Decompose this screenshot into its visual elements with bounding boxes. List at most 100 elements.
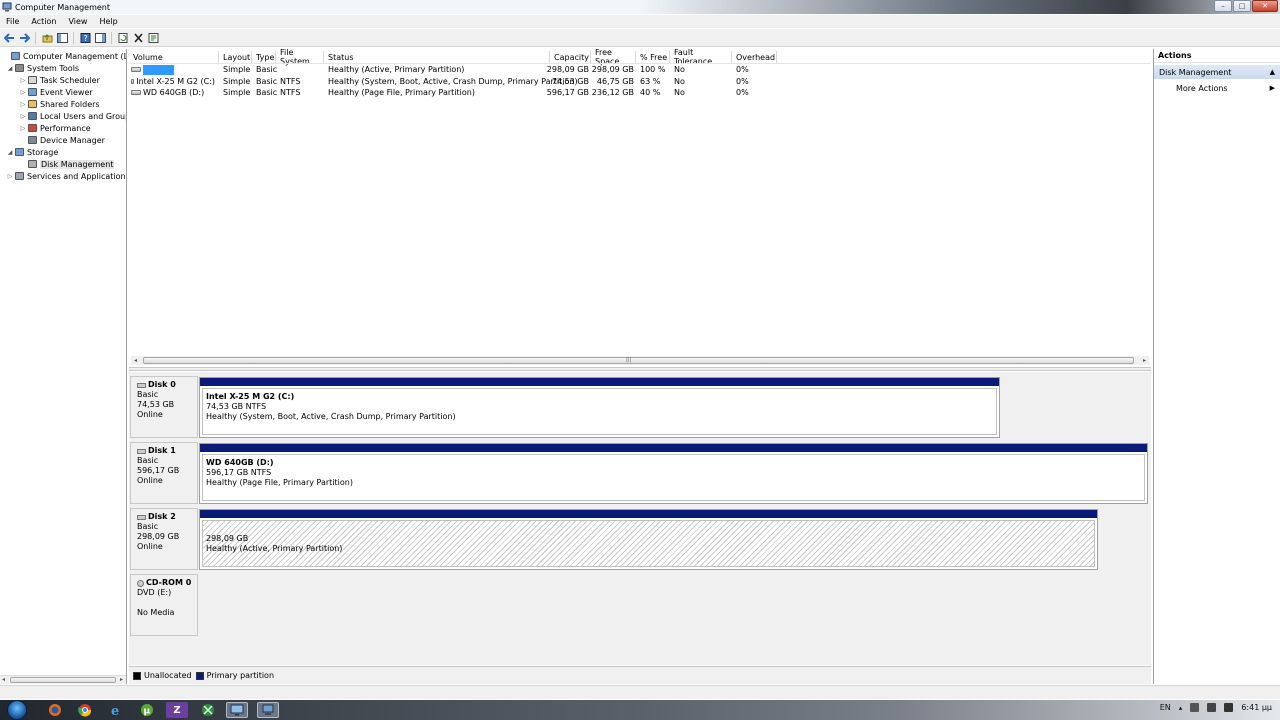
expander-icon[interactable]: ▷	[19, 77, 27, 84]
legend: Unallocated Primary partition	[129, 666, 1151, 684]
cell-fs: NTFS	[280, 76, 301, 86]
taskbar-computer-management-icon[interactable]	[257, 702, 279, 718]
disk-state: No Media	[137, 608, 175, 617]
tree-horizontal-scrollbar[interactable]: ◂ ▸	[0, 675, 126, 684]
language-indicator[interactable]: EN	[1160, 703, 1171, 712]
up-folder-icon[interactable]	[41, 32, 53, 44]
disk-type: Basic	[137, 390, 159, 399]
col-volume-header[interactable]: Volume	[129, 51, 219, 63]
disk-name: Disk 0	[148, 380, 176, 389]
action-center-icon[interactable]	[1190, 703, 1200, 712]
tree-item[interactable]: ◢ System Tools	[6, 62, 79, 74]
tree-item-label: Event Viewer	[40, 87, 93, 97]
show-hide-console-tree-icon[interactable]	[56, 32, 68, 44]
taskbar-firefox-icon[interactable]	[44, 702, 66, 718]
volume-list: Volume Layout Type File System Status Capacit…	[129, 48, 1151, 366]
disk-state: Online	[137, 476, 163, 485]
close-button[interactable]: ✕	[1252, 0, 1278, 12]
tree-item[interactable]: ◢ Storage	[6, 146, 59, 158]
tree-item[interactable]: ▷ Performance	[19, 122, 91, 134]
partition-status: Healthy (Page File, Primary Partition)	[206, 478, 353, 487]
col-type-header[interactable]: Type	[252, 51, 276, 63]
show-hide-action-pane-icon[interactable]	[94, 32, 106, 44]
tray-arrow-icon[interactable]: ▴	[1179, 704, 1183, 712]
expander-icon[interactable]: ▷	[19, 113, 27, 120]
col-free-space-header[interactable]: Free Space	[591, 48, 636, 66]
expander-icon[interactable]: ▷	[19, 89, 27, 96]
col-status-header[interactable]: Status	[324, 51, 550, 63]
partition-disk2[interactable]: 298,09 GB Healthy (Active, Primary Parti…	[199, 509, 1098, 570]
tree-item[interactable]: Disk Management	[19, 158, 115, 170]
taskbar-xbox-icon[interactable]	[197, 702, 219, 718]
minimize-button[interactable]: –	[1214, 0, 1232, 12]
selected-volume-highlight[interactable]	[143, 64, 174, 75]
menu-file[interactable]: File	[0, 17, 25, 26]
disk-1-label[interactable]: Disk 1 Basic 596,17 GB Online	[130, 442, 198, 504]
menu-view[interactable]: View	[62, 17, 93, 26]
expander-icon[interactable]: ▷	[6, 173, 14, 180]
pane-splitter[interactable]	[129, 367, 1151, 371]
taskbar-ie-icon[interactable]: e	[105, 702, 127, 718]
delete-icon[interactable]	[132, 32, 144, 44]
col-overhead-header[interactable]: Overhead	[732, 51, 777, 63]
disk-2-label[interactable]: Disk 2 Basic 298,09 GB Online	[130, 508, 198, 570]
expander-icon[interactable]: ◢	[6, 65, 14, 72]
expander-icon[interactable]: ▷	[19, 101, 27, 108]
taskbar-zune-icon[interactable]: Z	[166, 702, 188, 718]
device-manager-icon	[27, 135, 38, 145]
svg-text:e: e	[111, 704, 119, 717]
menu-action[interactable]: Action	[25, 17, 62, 26]
more-actions-label: More Actions	[1176, 83, 1228, 93]
col-capacity-header[interactable]: Capacity	[550, 51, 591, 63]
cell-layout: Simple	[223, 88, 251, 97]
table-row[interactable]: Intel X-25 M G2 (C:) Simple Basic NTFS Healt…	[129, 76, 1151, 87]
tree-item[interactable]: ▷ Services and Applications	[6, 170, 126, 182]
menu-help[interactable]: Help	[93, 17, 123, 26]
volume-list-horizontal-scrollbar[interactable]: ◂ ||| ▸	[131, 356, 1149, 365]
help-icon[interactable]: ?	[79, 32, 91, 44]
table-row[interactable]: Simple Basic Healthy (Active, Primary Part…	[129, 64, 1151, 75]
cdrom-0-label[interactable]: CD-ROM 0 DVD (E:) No Media	[130, 574, 198, 636]
services-icon	[14, 171, 25, 181]
tree-item-label: Task Scheduler	[40, 75, 100, 85]
refresh-icon[interactable]	[117, 32, 129, 44]
collapse-icon[interactable]: ▲	[1270, 68, 1275, 76]
expander-icon[interactable]: ◢	[6, 149, 14, 156]
volume-icon[interactable]	[1224, 703, 1234, 712]
col-fault-tolerance-header[interactable]: Fault Tolerance	[670, 48, 732, 66]
tree-item[interactable]: ▷ Local Users and Groups	[19, 110, 126, 122]
taskbar-chrome-icon[interactable]	[74, 702, 96, 718]
tree-item[interactable]: ▷ Event Viewer	[19, 86, 93, 98]
tree-item[interactable]: Computer Management (Local	[2, 50, 126, 62]
taskbar-remote-desktop-icon[interactable]	[226, 702, 248, 718]
users-icon	[27, 111, 38, 121]
properties-icon[interactable]	[147, 32, 159, 44]
col-file-system-header[interactable]: File System	[276, 48, 324, 66]
tree-item[interactable]: ▷ Task Scheduler	[19, 74, 100, 86]
actions-section-disk-management[interactable]: Disk Management ▲	[1154, 65, 1280, 79]
col-layout-header[interactable]: Layout	[219, 51, 252, 63]
status-bar	[0, 685, 1280, 699]
scroll-right-icon[interactable]: ▸	[1140, 356, 1149, 365]
forward-arrow-icon[interactable]	[18, 32, 30, 44]
more-actions-item[interactable]: More Actions ▶	[1154, 81, 1280, 95]
cd-drive-icon	[137, 579, 144, 587]
table-row[interactable]: WD 640GB (D:) Simple Basic NTFS Healthy (Pag…	[129, 87, 1151, 98]
taskbar-utorrent-icon[interactable]: µ	[136, 702, 158, 718]
partition-c[interactable]: Intel X-25 M G2 (C:) 74,53 GB NTFS Healt…	[199, 377, 1000, 438]
cell-pct: 40 %	[640, 88, 661, 97]
back-arrow-icon[interactable]	[3, 32, 15, 44]
partition-d[interactable]: WD 640GB (D:) 596,17 GB NTFS Healthy (Pa…	[199, 443, 1148, 504]
tree-item[interactable]: Device Manager	[19, 134, 105, 146]
scroll-left-icon[interactable]: ◂	[131, 356, 140, 365]
clock[interactable]: 6:41 μμ	[1241, 703, 1272, 712]
scroll-thumb[interactable]	[143, 357, 1134, 364]
disk-0-label[interactable]: Disk 0 Basic 74,53 GB Online	[130, 376, 198, 438]
tree-item[interactable]: ▷ Shared Folders	[19, 98, 100, 110]
start-button[interactable]	[7, 700, 27, 720]
network-icon[interactable]	[1207, 703, 1217, 712]
col-pct-free-header[interactable]: % Free	[636, 51, 670, 63]
maximize-button[interactable]: □	[1233, 0, 1251, 12]
disk-icon	[27, 159, 38, 169]
expander-icon[interactable]: ▷	[19, 125, 27, 132]
